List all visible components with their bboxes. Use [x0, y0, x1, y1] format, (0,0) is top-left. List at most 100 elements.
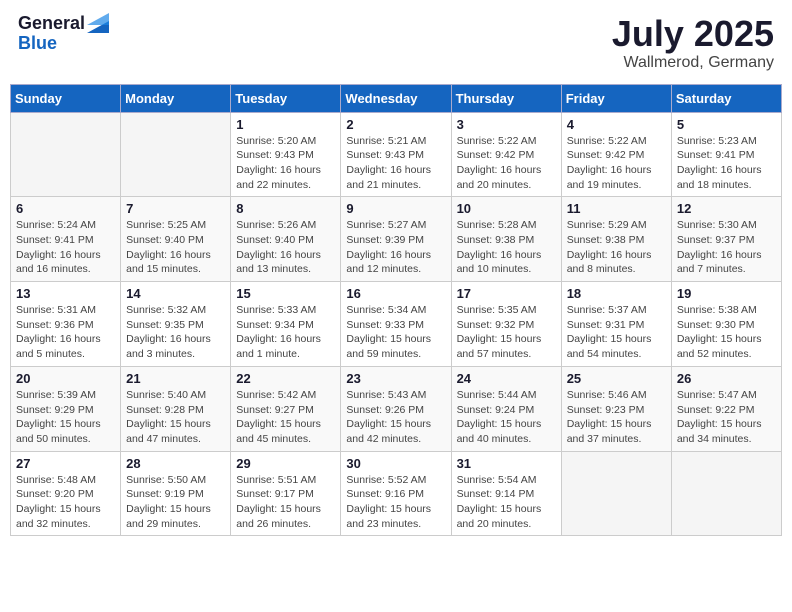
day-number: 16	[346, 286, 445, 301]
day-number: 3	[457, 117, 556, 132]
day-detail: Sunrise: 5:24 AM Sunset: 9:41 PM Dayligh…	[16, 218, 115, 277]
day-number: 30	[346, 456, 445, 471]
day-number: 25	[567, 371, 666, 386]
calendar-cell: 20 Sunrise: 5:39 AM Sunset: 9:29 PM Dayli…	[11, 366, 121, 451]
day-number: 23	[346, 371, 445, 386]
day-number: 7	[126, 201, 225, 216]
day-detail: Sunrise: 5:34 AM Sunset: 9:33 PM Dayligh…	[346, 303, 445, 362]
calendar-cell: 1 Sunrise: 5:20 AM Sunset: 9:43 PM Daylig…	[231, 112, 341, 197]
calendar-cell: 26 Sunrise: 5:47 AM Sunset: 9:22 PM Dayli…	[671, 366, 781, 451]
day-detail: Sunrise: 5:32 AM Sunset: 9:35 PM Dayligh…	[126, 303, 225, 362]
day-detail: Sunrise: 5:37 AM Sunset: 9:31 PM Dayligh…	[567, 303, 666, 362]
calendar-week-row: 6 Sunrise: 5:24 AM Sunset: 9:41 PM Daylig…	[11, 197, 782, 282]
day-detail: Sunrise: 5:47 AM Sunset: 9:22 PM Dayligh…	[677, 388, 776, 447]
calendar-cell: 13 Sunrise: 5:31 AM Sunset: 9:36 PM Dayli…	[11, 282, 121, 367]
weekday-header-saturday: Saturday	[671, 84, 781, 112]
day-number: 4	[567, 117, 666, 132]
calendar-cell: 31 Sunrise: 5:54 AM Sunset: 9:14 PM Dayli…	[451, 451, 561, 536]
day-detail: Sunrise: 5:38 AM Sunset: 9:30 PM Dayligh…	[677, 303, 776, 362]
calendar-cell: 21 Sunrise: 5:40 AM Sunset: 9:28 PM Dayli…	[121, 366, 231, 451]
day-number: 20	[16, 371, 115, 386]
calendar-table: SundayMondayTuesdayWednesdayThursdayFrid…	[10, 84, 782, 537]
logo: General Blue	[18, 14, 109, 54]
logo-icon	[87, 11, 109, 33]
calendar-cell	[121, 112, 231, 197]
day-number: 28	[126, 456, 225, 471]
calendar-cell	[11, 112, 121, 197]
calendar-cell: 15 Sunrise: 5:33 AM Sunset: 9:34 PM Dayli…	[231, 282, 341, 367]
day-number: 18	[567, 286, 666, 301]
calendar-cell: 2Sunrise: 5:21 AM Sunset: 9:43 PM Daylig…	[341, 112, 451, 197]
day-number: 12	[677, 201, 776, 216]
day-detail: Sunrise: 5:26 AM Sunset: 9:40 PM Dayligh…	[236, 218, 335, 277]
weekday-header-tuesday: Tuesday	[231, 84, 341, 112]
logo-blue-text: Blue	[18, 34, 109, 54]
day-detail: Sunrise: 5:20 AM Sunset: 9:43 PM Dayligh…	[236, 134, 335, 193]
day-detail: Sunrise: 5:35 AM Sunset: 9:32 PM Dayligh…	[457, 303, 556, 362]
day-number: 27	[16, 456, 115, 471]
calendar-cell: 4 Sunrise: 5:22 AM Sunset: 9:42 PM Daylig…	[561, 112, 671, 197]
weekday-header-thursday: Thursday	[451, 84, 561, 112]
day-detail: Sunrise: 5:30 AM Sunset: 9:37 PM Dayligh…	[677, 218, 776, 277]
day-number: 15	[236, 286, 335, 301]
calendar-cell: 29 Sunrise: 5:51 AM Sunset: 9:17 PM Dayli…	[231, 451, 341, 536]
calendar-cell: 30 Sunrise: 5:52 AM Sunset: 9:16 PM Dayli…	[341, 451, 451, 536]
weekday-header-wednesday: Wednesday	[341, 84, 451, 112]
day-detail: Sunrise: 5:51 AM Sunset: 9:17 PM Dayligh…	[236, 473, 335, 532]
day-number: 26	[677, 371, 776, 386]
calendar-cell: 7 Sunrise: 5:25 AM Sunset: 9:40 PM Daylig…	[121, 197, 231, 282]
day-detail: Sunrise: 5:54 AM Sunset: 9:14 PM Dayligh…	[457, 473, 556, 532]
calendar-cell: 22 Sunrise: 5:42 AM Sunset: 9:27 PM Dayli…	[231, 366, 341, 451]
calendar-cell	[561, 451, 671, 536]
day-detail: Sunrise: 5:31 AM Sunset: 9:36 PM Dayligh…	[16, 303, 115, 362]
title-area: July 2025 Wallmerod, Germany	[612, 14, 774, 72]
page-header: General Blue July 2025 Wallmerod, German…	[10, 10, 782, 76]
calendar-cell: 6 Sunrise: 5:24 AM Sunset: 9:41 PM Daylig…	[11, 197, 121, 282]
calendar-week-row: 20 Sunrise: 5:39 AM Sunset: 9:29 PM Dayli…	[11, 366, 782, 451]
day-detail: Sunrise: 5:52 AM Sunset: 9:16 PM Dayligh…	[346, 473, 445, 532]
day-number: 29	[236, 456, 335, 471]
day-detail: Sunrise: 5:39 AM Sunset: 9:29 PM Dayligh…	[16, 388, 115, 447]
day-number: 1	[236, 117, 335, 132]
calendar-cell: 11Sunrise: 5:29 AM Sunset: 9:38 PM Dayli…	[561, 197, 671, 282]
day-detail: Sunrise: 5:25 AM Sunset: 9:40 PM Dayligh…	[126, 218, 225, 277]
location-title: Wallmerod, Germany	[612, 54, 774, 72]
calendar-week-row: 27 Sunrise: 5:48 AM Sunset: 9:20 PM Dayli…	[11, 451, 782, 536]
calendar-cell: 28 Sunrise: 5:50 AM Sunset: 9:19 PM Dayli…	[121, 451, 231, 536]
day-detail: Sunrise: 5:42 AM Sunset: 9:27 PM Dayligh…	[236, 388, 335, 447]
day-number: 11	[567, 201, 666, 216]
day-number: 5	[677, 117, 776, 132]
day-detail: Sunrise: 5:46 AM Sunset: 9:23 PM Dayligh…	[567, 388, 666, 447]
day-number: 8	[236, 201, 335, 216]
day-number: 19	[677, 286, 776, 301]
day-number: 9	[346, 201, 445, 216]
calendar-header-row: SundayMondayTuesdayWednesdayThursdayFrid…	[11, 84, 782, 112]
calendar-cell	[671, 451, 781, 536]
day-detail: Sunrise: 5:48 AM Sunset: 9:20 PM Dayligh…	[16, 473, 115, 532]
calendar-cell: 23Sunrise: 5:43 AM Sunset: 9:26 PM Dayli…	[341, 366, 451, 451]
day-number: 10	[457, 201, 556, 216]
day-detail: Sunrise: 5:22 AM Sunset: 9:42 PM Dayligh…	[567, 134, 666, 193]
day-number: 22	[236, 371, 335, 386]
day-detail: Sunrise: 5:21 AM Sunset: 9:43 PM Dayligh…	[346, 134, 445, 193]
weekday-header-sunday: Sunday	[11, 84, 121, 112]
day-number: 21	[126, 371, 225, 386]
day-detail: Sunrise: 5:22 AM Sunset: 9:42 PM Dayligh…	[457, 134, 556, 193]
day-detail: Sunrise: 5:50 AM Sunset: 9:19 PM Dayligh…	[126, 473, 225, 532]
calendar-cell: 5Sunrise: 5:23 AM Sunset: 9:41 PM Daylig…	[671, 112, 781, 197]
calendar-cell: 17 Sunrise: 5:35 AM Sunset: 9:32 PM Dayli…	[451, 282, 561, 367]
day-number: 13	[16, 286, 115, 301]
day-detail: Sunrise: 5:40 AM Sunset: 9:28 PM Dayligh…	[126, 388, 225, 447]
calendar-cell: 27 Sunrise: 5:48 AM Sunset: 9:20 PM Dayli…	[11, 451, 121, 536]
day-number: 31	[457, 456, 556, 471]
calendar-cell: 12 Sunrise: 5:30 AM Sunset: 9:37 PM Dayli…	[671, 197, 781, 282]
day-number: 14	[126, 286, 225, 301]
calendar-cell: 16 Sunrise: 5:34 AM Sunset: 9:33 PM Dayli…	[341, 282, 451, 367]
calendar-cell: 8 Sunrise: 5:26 AM Sunset: 9:40 PM Daylig…	[231, 197, 341, 282]
day-detail: Sunrise: 5:33 AM Sunset: 9:34 PM Dayligh…	[236, 303, 335, 362]
day-detail: Sunrise: 5:28 AM Sunset: 9:38 PM Dayligh…	[457, 218, 556, 277]
day-number: 17	[457, 286, 556, 301]
day-number: 24	[457, 371, 556, 386]
logo-general-text: General	[18, 14, 85, 34]
day-number: 6	[16, 201, 115, 216]
